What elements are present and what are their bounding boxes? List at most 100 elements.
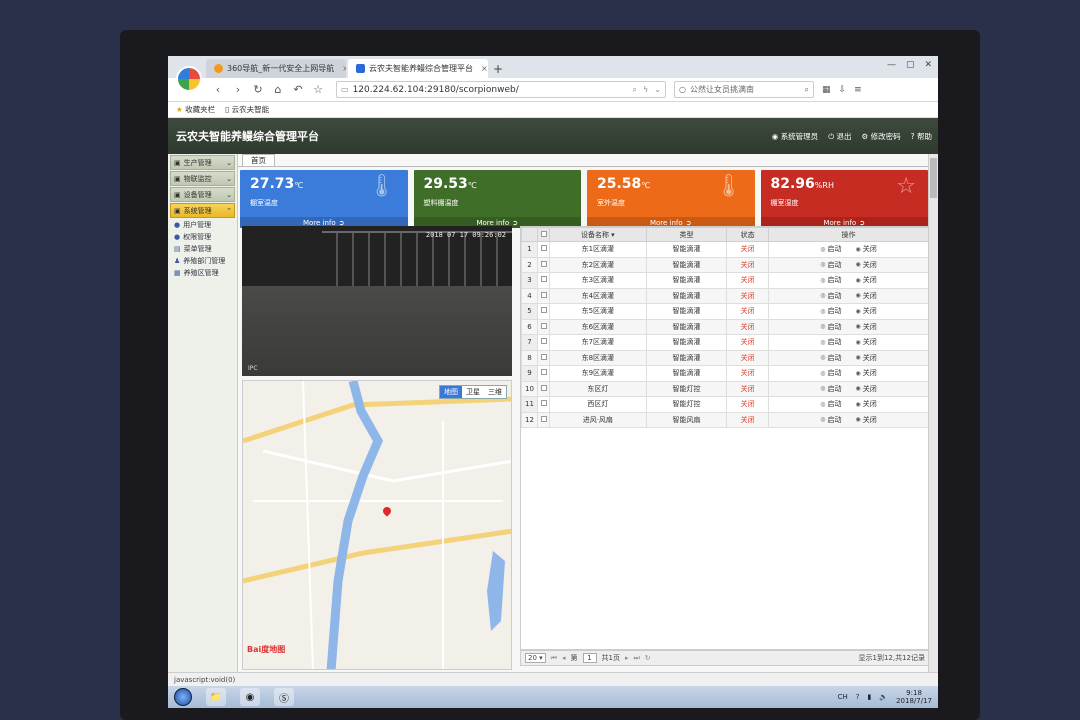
sidebar-group-devices[interactable]: ▣ 设备管理 ⌄ xyxy=(170,187,235,202)
favorite-star-icon[interactable]: ☆ xyxy=(312,83,324,96)
sidebar-item-menus[interactable]: ▤ 菜单管理 xyxy=(168,243,237,255)
stop-button[interactable]: ◉ 关闭 xyxy=(856,399,877,409)
map-toggle-satellite[interactable]: 卫星 xyxy=(462,386,484,398)
row-checkbox-cell[interactable] xyxy=(537,256,550,273)
language-indicator[interactable]: CH xyxy=(838,693,848,701)
table-row[interactable]: 10 东区灯 智能灯控 关闭 ◎ 启动 ◉ 关闭 xyxy=(521,380,929,397)
stop-button[interactable]: ◉ 关闭 xyxy=(856,260,877,270)
table-row[interactable]: 4 东4区滴灌 智能滴灌 关闭 ◎ 启动 ◉ 关闭 xyxy=(521,287,929,304)
page-scrollbar[interactable] xyxy=(928,154,938,672)
table-row[interactable]: 7 东7区滴灌 智能滴灌 关闭 ◎ 启动 ◉ 关闭 xyxy=(521,334,929,351)
table-row[interactable]: 11 西区灯 智能灯控 关闭 ◎ 启动 ◉ 关闭 xyxy=(521,396,929,413)
row-checkbox[interactable] xyxy=(540,260,547,267)
row-checkbox-cell[interactable] xyxy=(537,303,550,320)
table-row[interactable]: 6 东6区滴灌 智能滴灌 关闭 ◎ 启动 ◉ 关闭 xyxy=(521,318,929,335)
start-button[interactable] xyxy=(174,688,192,706)
file-explorer-icon[interactable]: 📁 xyxy=(206,688,226,706)
sidebar-item-permissions[interactable]: ● 权限管理 xyxy=(168,231,237,243)
table-row[interactable]: 2 东2区滴灌 智能滴灌 关闭 ◎ 启动 ◉ 关闭 xyxy=(521,256,929,273)
sidebar-item-departments[interactable]: ♟ 养殖部门管理 xyxy=(168,255,237,267)
row-checkbox-cell[interactable] xyxy=(537,411,550,428)
row-checkbox-cell[interactable] xyxy=(537,349,550,366)
table-row[interactable]: 1 东1区滴灌 智能滴灌 关闭 ◎ 启动 ◉ 关闭 xyxy=(521,241,929,258)
select-all-checkbox[interactable] xyxy=(540,230,547,237)
close-window-icon[interactable]: ✕ xyxy=(924,60,932,70)
browser-logo-icon[interactable] xyxy=(176,66,202,92)
table-row[interactable]: 8 东8区滴灌 智能滴灌 关闭 ◎ 启动 ◉ 关闭 xyxy=(521,349,929,366)
close-tab-icon[interactable]: × xyxy=(481,64,488,73)
col-status[interactable]: 状态 xyxy=(726,227,770,242)
undo-icon[interactable]: ↶ xyxy=(292,83,304,96)
back-icon[interactable]: ‹ xyxy=(212,83,224,96)
start-button[interactable]: ◎ 启动 xyxy=(820,353,841,363)
table-row[interactable]: 3 东3区滴灌 智能滴灌 关闭 ◎ 启动 ◉ 关闭 xyxy=(521,272,929,289)
address-bar[interactable]: ▭ 120.224.62.104:29180/scorpionweb/ ⌕ ϟ … xyxy=(336,81,666,98)
row-checkbox[interactable] xyxy=(540,353,547,360)
search-icon[interactable]: ⌕ xyxy=(805,85,809,95)
row-checkbox[interactable] xyxy=(540,400,547,407)
row-checkbox[interactable] xyxy=(540,384,547,391)
chevron-down-icon[interactable]: ⌄ xyxy=(654,85,661,95)
volume-icon[interactable]: 🔈 xyxy=(879,693,888,701)
table-row[interactable]: 5 东5区滴灌 智能滴灌 关闭 ◎ 启动 ◉ 关闭 xyxy=(521,303,929,320)
start-button[interactable]: ◎ 启动 xyxy=(820,322,841,332)
row-checkbox[interactable] xyxy=(540,415,547,422)
sidebar-item-users[interactable]: ● 用户管理 xyxy=(168,219,237,231)
forward-icon[interactable]: › xyxy=(232,83,244,96)
stop-button[interactable]: ◉ 关闭 xyxy=(856,368,877,378)
first-page-icon[interactable]: ⏮ xyxy=(551,654,557,663)
last-page-icon[interactable]: ⏭ xyxy=(633,654,639,663)
new-tab-button[interactable]: + xyxy=(490,59,506,78)
start-button[interactable]: ◎ 启动 xyxy=(820,275,841,285)
stop-button[interactable]: ◉ 关闭 xyxy=(856,384,877,394)
browser-taskbar-icon[interactable]: ◉ xyxy=(240,688,260,706)
change-password-link[interactable]: ⚙ 修改密码 xyxy=(862,131,901,142)
minimize-icon[interactable]: — xyxy=(887,60,896,70)
search-icon[interactable]: ⌕ xyxy=(633,85,637,95)
next-page-icon[interactable]: ▸ xyxy=(625,654,629,662)
map[interactable]: 地图 卫星 三维 Bai度地图 xyxy=(242,380,512,670)
stop-button[interactable]: ◉ 关闭 xyxy=(856,322,877,332)
sidebar-group-system[interactable]: ▣ 系统管理 ⌃ xyxy=(170,203,235,218)
logout-link[interactable]: ⏻ 退出 xyxy=(828,131,851,142)
stop-button[interactable]: ◉ 关闭 xyxy=(856,275,877,285)
close-tab-icon[interactable]: × xyxy=(342,64,346,73)
lightning-icon[interactable]: ϟ xyxy=(643,85,648,95)
page-size-select[interactable]: 20 ▾ xyxy=(525,653,546,663)
table-row[interactable]: 9 东9区滴灌 智能滴灌 关闭 ◎ 启动 ◉ 关闭 xyxy=(521,365,929,382)
row-checkbox-cell[interactable] xyxy=(537,287,550,304)
sidebar-item-areas[interactable]: ▦ 养殖区管理 xyxy=(168,267,237,279)
start-button[interactable]: ◎ 启动 xyxy=(820,337,841,347)
stop-button[interactable]: ◉ 关闭 xyxy=(856,415,877,425)
refresh-icon[interactable]: ↻ xyxy=(645,654,651,662)
tab-home[interactable]: 首页 xyxy=(242,154,275,166)
stop-button[interactable]: ◉ 关闭 xyxy=(856,244,877,254)
sidebar-group-iot[interactable]: ▣ 物联监控 ⌄ xyxy=(170,171,235,186)
home-icon[interactable]: ⌂ xyxy=(272,83,284,96)
row-checkbox[interactable] xyxy=(540,307,547,314)
row-checkbox-cell[interactable] xyxy=(537,272,550,289)
col-device-name[interactable]: 设备名称 ▾ xyxy=(549,227,647,242)
scrollbar-thumb[interactable] xyxy=(930,158,937,198)
start-button[interactable]: ◎ 启动 xyxy=(820,384,841,394)
row-checkbox-cell[interactable] xyxy=(537,380,550,397)
table-row[interactable]: 12 进风·风扇 智能风扇 关闭 ◎ 启动 ◉ 关闭 xyxy=(521,411,929,428)
tab-platform[interactable]: 云农夫智能养鳗综合管理平台 × xyxy=(348,59,488,78)
stop-button[interactable]: ◉ 关闭 xyxy=(856,353,877,363)
menu-icon[interactable]: ≡ xyxy=(854,85,862,95)
stop-button[interactable]: ◉ 关闭 xyxy=(856,306,877,316)
app-s-icon[interactable]: Ⓢ xyxy=(274,688,294,706)
row-checkbox-cell[interactable] xyxy=(537,365,550,382)
reload-icon[interactable]: ↻ xyxy=(252,83,264,96)
col-type[interactable]: 类型 xyxy=(645,227,728,242)
bookmark-platform[interactable]: ▯ 云农夫智能 xyxy=(225,104,269,115)
map-toggle-map[interactable]: 地图 xyxy=(440,386,462,398)
help-link[interactable]: ? 帮助 xyxy=(911,131,932,142)
start-button[interactable]: ◎ 启动 xyxy=(820,244,841,254)
start-button[interactable]: ◎ 启动 xyxy=(820,399,841,409)
row-checkbox[interactable] xyxy=(540,369,547,376)
search-box[interactable]: ○ 公然让女员挑满南 ⌕ xyxy=(674,81,814,98)
help-icon[interactable]: ? xyxy=(856,693,860,701)
start-button[interactable]: ◎ 启动 xyxy=(820,291,841,301)
stop-button[interactable]: ◉ 关闭 xyxy=(856,291,877,301)
